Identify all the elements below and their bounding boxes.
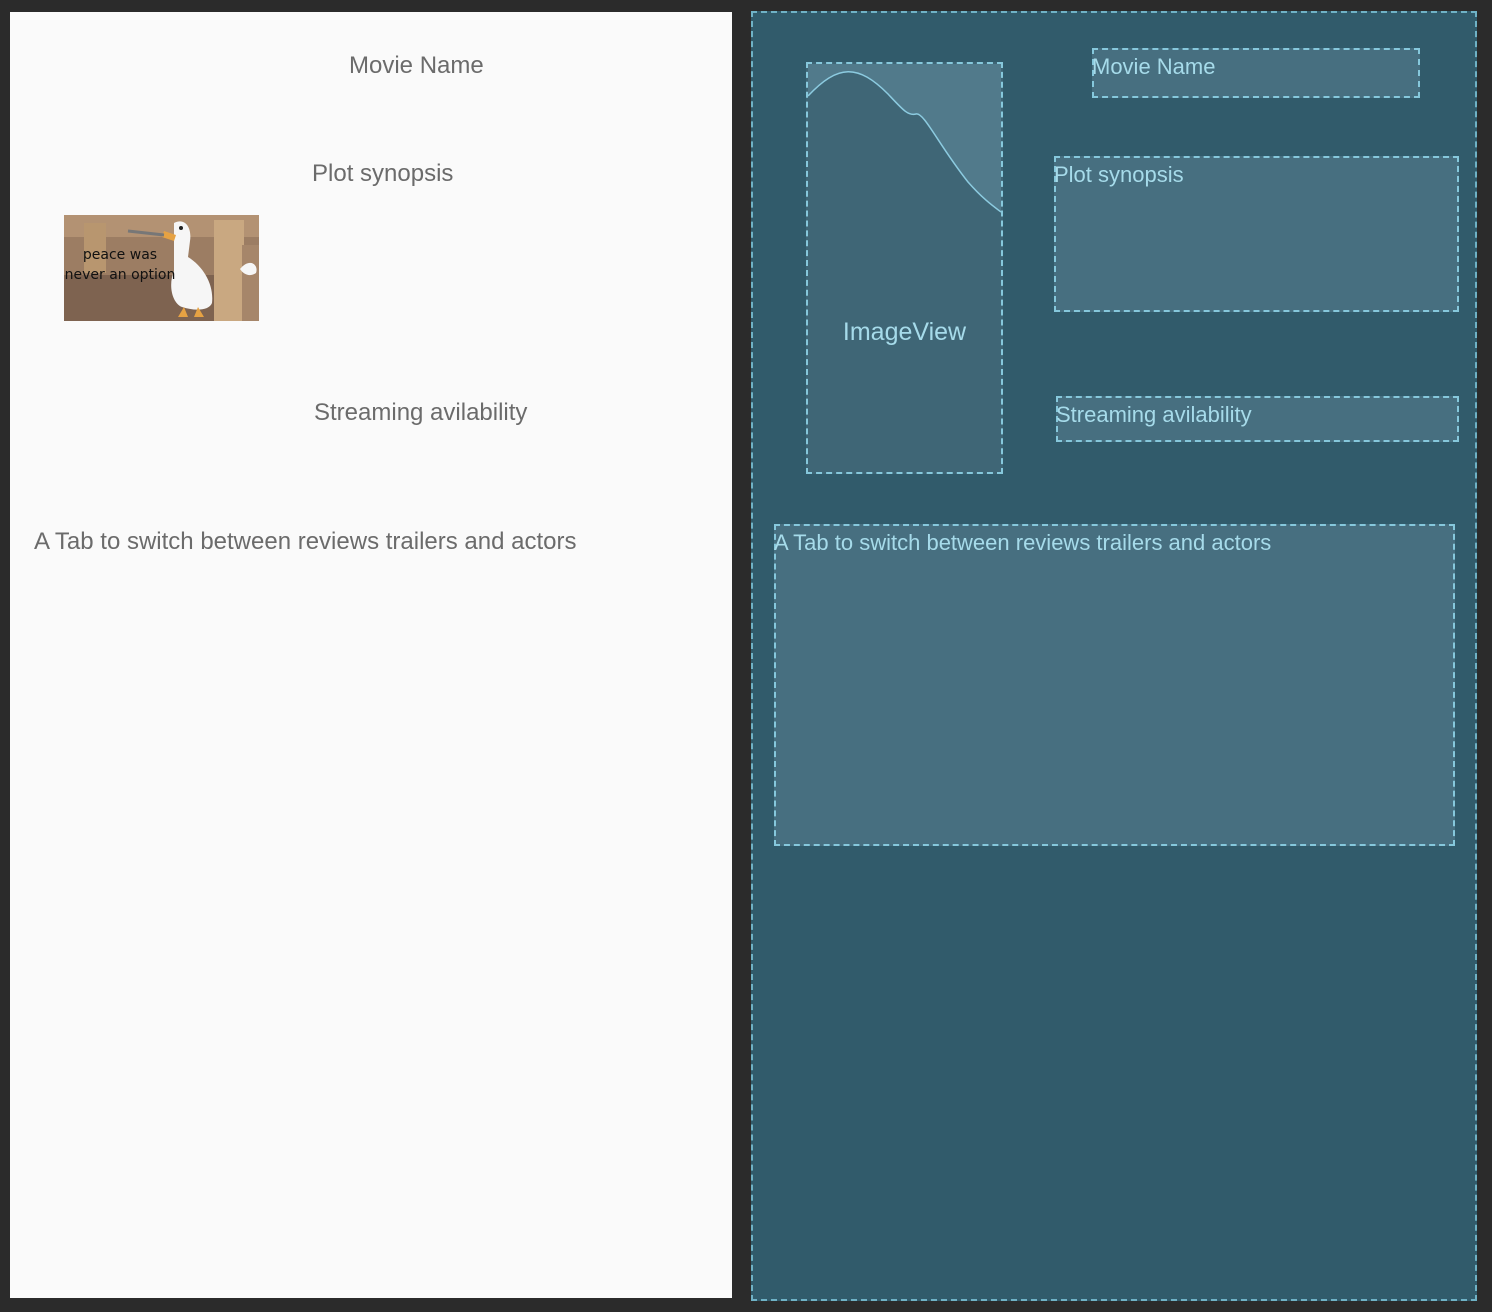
blueprint-movie-name-label: Movie Name [1092,54,1216,79]
blueprint-tab-switch-label: A Tab to switch between reviews trailers… [774,530,1272,555]
image-placeholder-icon [808,64,1001,213]
blueprint-movie-name[interactable]: Movie Name [1092,48,1420,98]
streaming-availability-text: Streaming avilability [314,399,528,426]
blueprint-tab-switch[interactable]: A Tab to switch between reviews trailers… [774,524,1455,846]
blueprint-plot-synopsis[interactable]: Plot synopsis [1054,156,1459,312]
blueprint-plot-synopsis-label: Plot synopsis [1054,162,1184,187]
blueprint-streaming-availability[interactable]: Streaming avilability [1056,396,1459,442]
blueprint-streaming-label: Streaming avilability [1056,402,1252,427]
poster-caption-line1: peace was [83,247,157,263]
poster-caption-line2: never an option [65,267,176,283]
tab-switch-text: A Tab to switch between reviews trailers… [34,528,577,555]
movie-poster-image: peace was never an option [64,215,259,321]
imageview-label: ImageView [842,318,967,346]
plot-synopsis-text: Plot synopsis [312,160,454,187]
blueprint-imageview[interactable]: ImageView [806,62,1003,474]
design-preview: Movie Name Plot synopsis peace was never… [10,12,732,1298]
blueprint-preview: ImageView Movie Name Plot synopsis Strea… [751,11,1477,1301]
movie-name-text: Movie Name [349,52,484,79]
